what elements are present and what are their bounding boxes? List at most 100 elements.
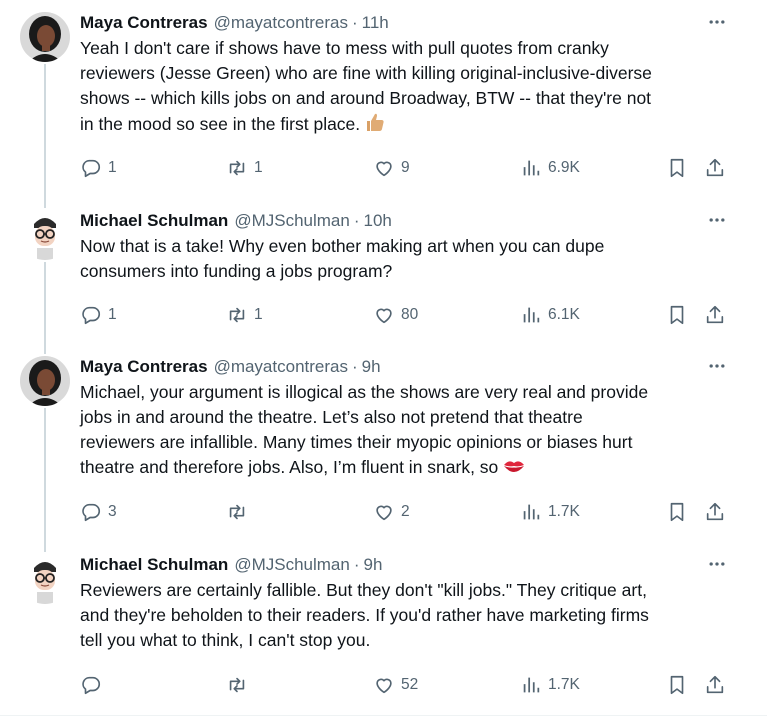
author-handle[interactable]: @mayatcontreras — [214, 13, 348, 33]
views-button[interactable]: 1.7K — [520, 500, 580, 524]
like-button[interactable]: 2 — [373, 500, 410, 524]
retweet-icon — [229, 307, 245, 323]
like-button[interactable]: 52 — [373, 673, 418, 697]
author-handle[interactable]: @mayatcontreras — [214, 357, 348, 377]
more-options-button[interactable] — [705, 552, 729, 576]
bookmark-button[interactable] — [666, 156, 688, 180]
bookmark-button[interactable] — [666, 673, 688, 697]
more-options-button[interactable] — [705, 354, 729, 378]
retweet-button[interactable] — [226, 673, 254, 697]
share-icon — [706, 502, 724, 521]
like-icon — [376, 678, 392, 694]
separator-dot: · — [353, 555, 360, 574]
author-name[interactable]: Michael Schulman — [80, 211, 228, 231]
views-icon — [523, 307, 540, 323]
bookmark-icon — [670, 502, 684, 522]
retweet-icon — [229, 677, 245, 693]
thread-connector — [44, 198, 46, 208]
more-options-button[interactable] — [705, 208, 729, 232]
tweet-thread: Maya Contreras @mayatcontreras · 11h Yea… — [0, 0, 767, 717]
reply-button[interactable] — [80, 673, 108, 697]
reply-count: 1 — [108, 159, 117, 176]
like-count: 52 — [401, 676, 419, 693]
avatar[interactable] — [20, 210, 70, 260]
timestamp[interactable]: 9h — [364, 555, 383, 575]
share-icon — [706, 305, 724, 324]
view-count: 6.9K — [548, 159, 580, 176]
thread-connector — [44, 262, 46, 344]
tweet-text-line: jobs in and around the theatre. Let’s al… — [80, 407, 583, 427]
view-count: 1.7K — [548, 676, 580, 693]
separator-dot: · — [351, 357, 358, 376]
divider — [0, 715, 767, 716]
avatar[interactable] — [20, 356, 70, 406]
retweet-button[interactable] — [226, 500, 254, 524]
share-button[interactable] — [704, 156, 726, 180]
more-options-button[interactable] — [705, 10, 729, 34]
separator-dot: · — [353, 211, 360, 230]
avatar[interactable] — [20, 12, 70, 62]
like-button[interactable]: 80 — [373, 303, 418, 327]
retweet-button[interactable]: 1 — [226, 156, 263, 180]
timestamp[interactable]: 9h — [362, 357, 381, 377]
reply-icon — [82, 676, 101, 695]
more-icon — [709, 218, 725, 222]
author-handle[interactable]: @MJSchulman — [234, 211, 350, 231]
tweet-text-line: reviewers (Jesse Green) who are fine wit… — [80, 63, 652, 83]
author-name[interactable]: Maya Contreras — [80, 357, 208, 377]
tweet-text: Michael, your argument is illogical as t… — [80, 380, 730, 483]
share-button[interactable] — [704, 303, 726, 327]
share-button[interactable] — [704, 673, 726, 697]
tweet-header: Maya Contreras @mayatcontreras · 9h — [80, 356, 381, 378]
reply-button[interactable]: 1 — [80, 156, 117, 180]
reply-button[interactable]: 3 — [80, 500, 117, 524]
more-icon — [709, 364, 725, 368]
bookmark-button[interactable] — [666, 500, 688, 524]
like-count: 2 — [401, 503, 410, 520]
views-button[interactable]: 1.7K — [520, 673, 580, 697]
author-name[interactable]: Michael Schulman — [80, 555, 228, 575]
reply-count: 1 — [108, 306, 117, 323]
reply-count: 3 — [108, 503, 117, 520]
tweet-text-line: Michael, your argument is illogical as t… — [80, 382, 649, 402]
tweet-text-line: consumers into funding a jobs program? — [80, 261, 393, 281]
bookmark-button[interactable] — [666, 303, 688, 327]
like-icon — [376, 505, 392, 521]
avatar[interactable] — [20, 554, 70, 604]
author-handle[interactable]: @MJSchulman — [234, 555, 350, 575]
tweet-text-line: theatre and therefore jobs. Also, I’m fl… — [80, 457, 499, 477]
author-name[interactable]: Maya Contreras — [80, 13, 208, 33]
retweet-count: 1 — [254, 306, 263, 323]
tweet-actions: 1 1 80 6.1K — [80, 303, 740, 327]
retweet-icon — [229, 504, 245, 520]
views-button[interactable]: 6.1K — [520, 303, 580, 327]
reply-icon — [82, 159, 101, 178]
more-icon — [709, 20, 725, 24]
like-icon — [376, 161, 392, 177]
reply-button[interactable]: 1 — [80, 303, 117, 327]
tweet-text: Yeah I don't care if shows have to mess … — [80, 36, 730, 140]
like-count: 80 — [401, 306, 419, 323]
timestamp[interactable]: 11h — [362, 13, 389, 33]
views-button[interactable]: 6.9K — [520, 156, 580, 180]
tweet[interactable]: Michael Schulman @MJSchulman · 9h Review… — [0, 542, 767, 717]
share-icon — [706, 158, 724, 177]
reply-icon — [82, 503, 101, 522]
tweet[interactable]: Maya Contreras @mayatcontreras · 9h Mich… — [0, 344, 767, 542]
kiss-mark-icon — [502, 456, 526, 483]
tweet-text-line: Yeah I don't care if shows have to mess … — [80, 38, 609, 58]
reply-icon — [82, 306, 101, 325]
tweet-actions: 52 1.7K — [80, 673, 740, 697]
tweet-text-line: in the mood so see in the first place. — [80, 114, 361, 134]
tweet[interactable]: Maya Contreras @mayatcontreras · 11h Yea… — [0, 0, 767, 198]
share-button[interactable] — [704, 500, 726, 524]
like-icon — [376, 308, 392, 324]
timestamp[interactable]: 10h — [364, 211, 392, 231]
tweet[interactable]: Michael Schulman @MJSchulman · 10h Now t… — [0, 198, 767, 344]
more-icon — [709, 562, 725, 566]
tweet-text-line: Now that is a take! Why even bother maki… — [80, 236, 605, 256]
view-count: 1.7K — [548, 503, 580, 520]
like-button[interactable]: 9 — [373, 156, 410, 180]
retweet-count: 1 — [254, 159, 263, 176]
retweet-button[interactable]: 1 — [226, 303, 263, 327]
